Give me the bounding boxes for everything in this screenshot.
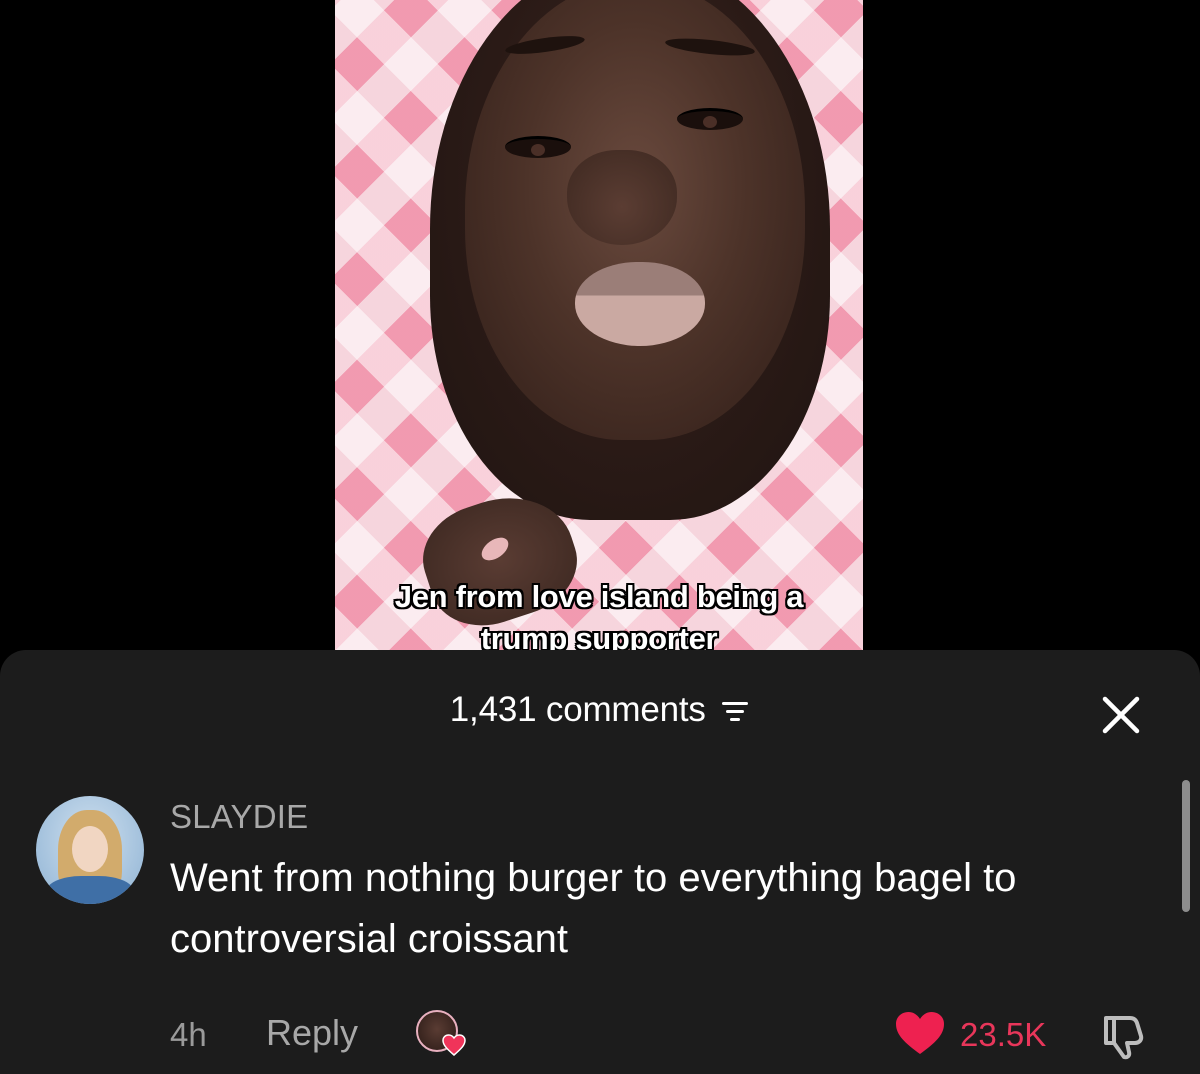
close-icon[interactable] bbox=[1100, 694, 1142, 736]
thumbs-down-icon[interactable] bbox=[1100, 1012, 1154, 1065]
creator-liked-badge bbox=[416, 1010, 466, 1060]
like-count: 23.5K bbox=[960, 1016, 1047, 1053]
video-caption: Jen from love island being a trump suppo… bbox=[335, 576, 863, 660]
comments-count: 1,431 comments bbox=[449, 690, 706, 729]
comments-sheet: 1,431 comments SLAYDIE Went from nothing… bbox=[0, 650, 1200, 1074]
filter-lines-icon[interactable] bbox=[720, 700, 750, 729]
scrollbar[interactable] bbox=[1182, 780, 1190, 912]
heart-icon[interactable] bbox=[894, 1010, 946, 1061]
heart-icon bbox=[442, 1034, 466, 1056]
comment-actions: 4h Reply 23.5K bbox=[0, 1004, 1200, 1060]
comment-text: Went from nothing burger to everything b… bbox=[170, 856, 1017, 961]
caption-line-1: Jen from love island being a bbox=[394, 579, 804, 614]
reply-button[interactable]: Reply bbox=[266, 1012, 358, 1054]
avatar[interactable] bbox=[36, 796, 144, 904]
comment-timestamp: 4h bbox=[170, 1016, 207, 1053]
comments-header: 1,431 comments bbox=[0, 690, 1200, 730]
comment-username[interactable]: SLAYDIE bbox=[170, 798, 308, 836]
video-frame[interactable]: Jen from love island being a trump suppo… bbox=[335, 0, 863, 660]
